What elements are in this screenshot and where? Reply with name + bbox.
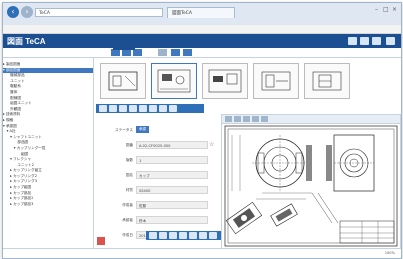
prop-row-name: 図名 カップ [96, 171, 218, 180]
property-toolbar [96, 104, 204, 113]
fit-icon[interactable] [169, 232, 177, 239]
url-text: TeCA [39, 11, 50, 16]
tab-title: 図面TeCA [172, 11, 192, 16]
thumbnail-4[interactable] [253, 63, 299, 99]
drawing-name-field[interactable]: カップ [136, 171, 208, 179]
viewer-tab-icon[interactable] [234, 116, 241, 122]
browser-tab[interactable]: 図面TeCA [167, 7, 235, 18]
prop-row-drawing-number: 図番 A-02-CF0025-000 ☆ [96, 141, 218, 150]
thumbnail-2[interactable] [151, 63, 197, 99]
fullscreen-icon[interactable] [209, 232, 217, 239]
author-field[interactable]: 佐藤 [136, 201, 208, 209]
thumbnail-3[interactable] [202, 63, 248, 99]
print-icon[interactable] [119, 105, 127, 112]
prop-label: 図名 [125, 173, 133, 177]
viewer-toolbar [146, 231, 224, 240]
view-grid-button[interactable] [122, 49, 131, 56]
viewer-tab-icon[interactable] [243, 116, 250, 122]
browser-chrome: ‹ › TeCA 図面TeCA – □ × [3, 3, 401, 25]
address-bar[interactable]: TeCA [35, 8, 163, 17]
edit-icon[interactable] [139, 105, 147, 112]
settings-icon[interactable] [360, 37, 369, 45]
zoom-in-icon[interactable] [149, 232, 157, 239]
pdf-icon[interactable] [97, 237, 105, 245]
drawing-viewer[interactable] [221, 114, 401, 250]
download-icon[interactable] [109, 105, 117, 112]
user-icon[interactable] [348, 37, 357, 45]
zoom-level[interactable]: 100% [385, 251, 395, 255]
property-panel: ステータス 承認 図番 A-02-CF0025-000 ☆ 版数 1 図名 カッ… [96, 114, 218, 246]
prop-row-material: 材質 SS400 [96, 186, 218, 195]
prop-label: 材質 [125, 188, 133, 192]
prop-label: 承認者 [122, 218, 133, 222]
viewer-tab-icon[interactable] [225, 116, 232, 122]
drawing-number-field[interactable]: A-02-CF0025-000 [136, 141, 208, 149]
view-list-button[interactable] [111, 49, 120, 56]
material-field[interactable]: SS400 [136, 186, 208, 194]
cad-drawing [224, 125, 398, 247]
status-bar: 100% [3, 248, 401, 258]
prop-label: 版数 [125, 158, 133, 162]
prop-row-approver: 承認者 鈴木 [96, 216, 218, 225]
rotate-icon[interactable] [179, 232, 187, 239]
prop-label: 図番 [125, 143, 133, 147]
thumbnail-strip [96, 60, 401, 102]
markup-icon[interactable] [199, 232, 207, 239]
viewer-tab-icon[interactable] [252, 116, 259, 122]
view-detail-button[interactable] [133, 49, 142, 56]
share-icon[interactable] [159, 105, 167, 112]
browser-window: ‹ › TeCA 図面TeCA – □ × 図面 TeCA ▸ 製品図面 ▾ 部品… [2, 2, 402, 259]
back-button[interactable]: ‹ [7, 6, 19, 18]
help-icon[interactable] [372, 37, 381, 45]
prop-row-revision: 版数 1 [96, 156, 218, 165]
delete-icon[interactable] [169, 105, 177, 112]
checkout-icon[interactable] [99, 105, 107, 112]
forward-button[interactable]: › [21, 6, 33, 18]
menu-bar [3, 25, 401, 34]
close-icon[interactable]: × [392, 6, 397, 13]
prop-label: ステータス [115, 128, 133, 132]
page-next-button[interactable] [171, 49, 180, 56]
page-first-button[interactable] [158, 49, 167, 56]
status-badge: 承認 [136, 126, 149, 133]
revision-field[interactable]: 1 [136, 156, 208, 164]
toolbar [3, 43, 401, 58]
thumbnail-1[interactable] [100, 63, 146, 99]
copy-icon[interactable] [129, 105, 137, 112]
prop-row-status: ステータス 承認 [96, 126, 218, 135]
prop-label: 作成者 [122, 203, 133, 207]
favorite-star-icon[interactable]: ☆ [209, 141, 214, 148]
mode-button[interactable] [113, 43, 135, 50]
approver-field[interactable]: 鈴木 [136, 216, 208, 224]
prop-row-author: 作成者 佐藤 [96, 201, 218, 210]
minimize-icon[interactable]: – [375, 6, 378, 13]
history-icon[interactable] [149, 105, 157, 112]
tree-item[interactable]: ▸ カップ部品3 [3, 202, 93, 208]
thumbnail-5[interactable] [304, 63, 350, 99]
measure-icon[interactable] [189, 232, 197, 239]
viewer-tab-icon[interactable] [261, 116, 268, 122]
folder-tree: ▸ 製品図面 ▾ 部品図面 機械部品 ユニット 駆動系 筐体 配線図 組図ユニット… [3, 58, 94, 258]
logout-icon[interactable] [386, 37, 395, 45]
maximize-icon[interactable]: □ [383, 6, 389, 13]
app-logo: 図面 TeCA [7, 37, 46, 46]
zoom-out-icon[interactable] [159, 232, 167, 239]
page-last-button[interactable] [183, 49, 192, 56]
app-header: 図面 TeCA [3, 34, 401, 48]
